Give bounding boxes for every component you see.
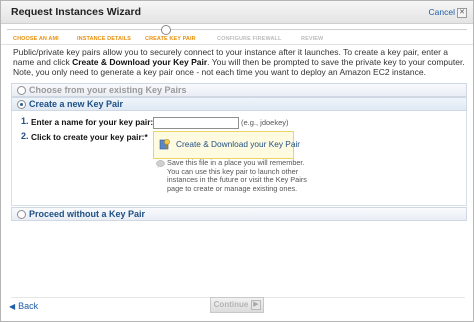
radio-create-new[interactable] <box>17 100 26 109</box>
cancel-button[interactable]: Cancel ✕ <box>429 7 467 18</box>
option-create-new-key-pair[interactable]: Create a new Key Pair <box>11 97 467 111</box>
dialog-title: Request Instances Wizard <box>11 6 142 18</box>
radio-proceed-without[interactable] <box>17 210 26 219</box>
back-link[interactable]: ◀ Back <box>9 301 38 311</box>
create-download-key-pair-button[interactable]: Create & Download your Key Pair <box>153 131 300 159</box>
step2-number: 2. <box>21 131 29 141</box>
option-existing-key-pairs[interactable]: Choose from your existing Key Pairs <box>11 83 467 97</box>
key-name-label: Enter a name for your key pair:* <box>31 117 157 127</box>
step-create-key-pair: Create Key Pair <box>145 36 196 42</box>
close-icon: ✕ <box>457 7 467 18</box>
step-choose-ami: Choose an AMI <box>13 36 59 42</box>
option-existing-label: Choose from your existing Key Pairs <box>29 85 187 95</box>
continue-arrow-icon: ▶ <box>251 300 261 310</box>
radio-existing[interactable] <box>17 86 26 95</box>
wizard-dialog: Request Instances Wizard Cancel ✕ Choose … <box>0 0 474 322</box>
back-label: Back <box>18 301 39 311</box>
wizard-steps: Choose an AMI Instance Details Create Ke… <box>1 24 473 45</box>
save-file-note: Save this file in a place you will remem… <box>167 158 307 193</box>
cancel-label: Cancel <box>428 7 455 17</box>
intro-bold: Create & Download your Key Pair <box>72 57 208 67</box>
key-name-hint: (e.g., jdoekey) <box>241 118 289 127</box>
step-track <box>7 29 467 30</box>
key-download-icon <box>159 139 170 150</box>
option-proceed-without-label: Proceed without a Key Pair <box>29 209 146 219</box>
step-instance-details: Instance Details <box>77 36 131 42</box>
continue-label: Continue <box>213 300 249 309</box>
option-create-new-label: Create a new Key Pair <box>29 99 124 109</box>
step1-number: 1. <box>21 116 29 126</box>
key-pair-name-input[interactable] <box>153 117 239 129</box>
option-proceed-without-key-pair[interactable]: Proceed without a Key Pair <box>11 207 467 221</box>
title-bar: Request Instances Wizard Cancel ✕ <box>1 1 473 24</box>
continue-button[interactable]: Continue ▶ <box>210 297 264 313</box>
back-arrow-icon: ◀ <box>9 302 16 311</box>
speech-bubble-icon <box>156 160 165 168</box>
create-key-label: Click to create your key pair:* <box>31 132 148 142</box>
step-configure-firewall: Configure Firewall <box>217 36 282 42</box>
current-step-marker-icon <box>161 25 171 35</box>
step-review: Review <box>301 36 324 42</box>
intro-text: Public/private key pairs allow you to se… <box>13 47 465 77</box>
download-button-label: Create & Download your Key Pair <box>176 139 301 149</box>
